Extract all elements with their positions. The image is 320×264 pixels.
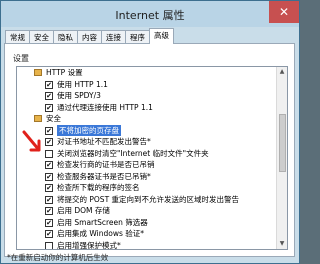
scroll-thumb[interactable] (279, 114, 286, 173)
setting-label: 启用 DOM 存储 (57, 206, 110, 215)
lock-folder-icon (34, 115, 42, 122)
setting-label: 启用集成 Windows 验证* (57, 229, 144, 238)
tab-security[interactable]: 安全 (29, 30, 54, 44)
settings-row[interactable]: ✔ 对证书地址不匹配发出警告* (17, 136, 276, 148)
setting-label: 使用 HTTP 1.1 (57, 79, 108, 89)
scrollbar[interactable]: ▲ ▼ (276, 67, 287, 249)
title-bar[interactable]: Internet 属性 ✕ (1, 1, 299, 27)
scroll-down-icon[interactable]: ▼ (277, 239, 287, 249)
setting-checkbox[interactable]: ✔ (45, 103, 53, 112)
lock-folder-icon (34, 69, 42, 76)
settings-row[interactable]: 启用增强保护模式* (17, 240, 276, 250)
setting-label: 通过代理连接使用 HTTP 1.1 (57, 102, 153, 112)
settings-row[interactable]: ✔ 启用 SmartScreen 筛选器 (17, 217, 276, 229)
setting-label: 将提交的 POST 重定向到不允许发送的区域时发出警告 (57, 194, 240, 204)
setting-checkbox[interactable]: ✔ (45, 230, 53, 238)
setting-checkbox[interactable]: ✔ (45, 172, 53, 181)
setting-checkbox[interactable]: ✔ (45, 207, 53, 215)
setting-label: 关闭浏览器时清空"Internet 临时文件"文件夹 (57, 148, 209, 158)
settings-row[interactable]: ✔ 使用 HTTP 1.1 (17, 79, 276, 91)
tab-programs[interactable]: 程序 (125, 30, 150, 44)
tab-connections[interactable]: 连接 (101, 30, 126, 44)
setting-checkbox[interactable] (45, 149, 53, 158)
setting-label: 启用 SmartScreen 筛选器 (57, 217, 148, 227)
tab-content[interactable]: 内容 (77, 30, 102, 44)
settings-row[interactable]: 关闭浏览器时清空"Internet 临时文件"文件夹 (17, 148, 276, 160)
setting-label: 不将加密的页存盘 (57, 124, 121, 136)
settings-row[interactable]: ✔ 使用 SPDY/3 (17, 90, 276, 102)
settings-row[interactable]: ✔ 将提交的 POST 重定向到不允许发送的区域时发出警告 (17, 194, 276, 206)
setting-checkbox[interactable]: ✔ (45, 126, 53, 135)
scroll-up-icon[interactable]: ▲ (277, 67, 287, 77)
setting-label: 检查所下载的程序的签名 (57, 183, 140, 192)
setting-checkbox[interactable]: ✔ (45, 184, 53, 192)
setting-checkbox[interactable] (45, 241, 53, 249)
settings-row[interactable]: ✔ 不将加密的页存盘 (17, 124, 276, 136)
settings-row[interactable]: ✔ 通过代理连接使用 HTTP 1.1 (17, 102, 276, 114)
setting-checkbox[interactable]: ✔ (45, 92, 53, 100)
setting-label: 检查服务器证书是否已吊销* (57, 171, 151, 181)
restart-footnote: *在重新启动你的计算机后生效 (7, 253, 109, 262)
tab-strip: 常规 安全 隐私 内容 连接 程序 高级 (5, 28, 174, 44)
tab-advanced[interactable]: 高级 (149, 28, 174, 44)
settings-list: HTTP 设置 ✔ 使用 HTTP 1.1 ✔ 使用 SPDY/3 ✔ 通过代理连接使用 H… (16, 66, 288, 250)
setting-label: 启用增强保护模式* (57, 240, 121, 250)
settings-row[interactable]: ✔ 启用 DOM 存储 (17, 205, 276, 217)
setting-checkbox[interactable]: ✔ (45, 218, 53, 227)
advanced-panel: 设置 HTTP 设置 ✔ 使用 HTTP 1.1 ✔ 使用 SPDY/3 ✔ 通过代理连接使… (4, 43, 295, 257)
settings-list-items: HTTP 设置 ✔ 使用 HTTP 1.1 ✔ 使用 SPDY/3 ✔ 通过代理连接使用 H… (17, 67, 276, 249)
settings-row[interactable]: ✔ 检查所下载的程序的签名 (17, 182, 276, 194)
setting-checkbox[interactable]: ✔ (45, 195, 53, 204)
tab-privacy[interactable]: 隐私 (53, 30, 78, 44)
settings-row[interactable]: ✔ 检查服务器证书是否已吊销* (17, 171, 276, 183)
setting-label: 对证书地址不匹配发出警告* (57, 137, 151, 146)
tab-general[interactable]: 常规 (5, 30, 30, 44)
red-arrow-icon (22, 130, 41, 152)
settings-label: 设置 (13, 54, 29, 63)
setting-checkbox[interactable]: ✔ (45, 80, 53, 89)
settings-group: HTTP 设置 (17, 67, 276, 79)
setting-label: 安全 (46, 114, 61, 123)
settings-row[interactable]: ✔ 检查发行商的证书是否已吊销 (17, 159, 276, 171)
settings-group: 安全 (17, 113, 276, 125)
setting-checkbox[interactable]: ✔ (45, 138, 53, 146)
setting-label: HTTP 设置 (46, 68, 83, 77)
settings-row[interactable]: ✔ 启用集成 Windows 验证* (17, 228, 276, 240)
setting-checkbox[interactable]: ✔ (45, 161, 53, 169)
setting-label: 检查发行商的证书是否已吊销 (57, 160, 155, 169)
window-title: Internet 属性 (115, 9, 185, 22)
internet-properties-dialog: Internet 属性 ✕ 常规 安全 隐私 内容 连接 程序 高级 设置 HT… (0, 0, 300, 264)
setting-label: 使用 SPDY/3 (57, 91, 101, 100)
close-button[interactable]: ✕ (269, 1, 299, 23)
